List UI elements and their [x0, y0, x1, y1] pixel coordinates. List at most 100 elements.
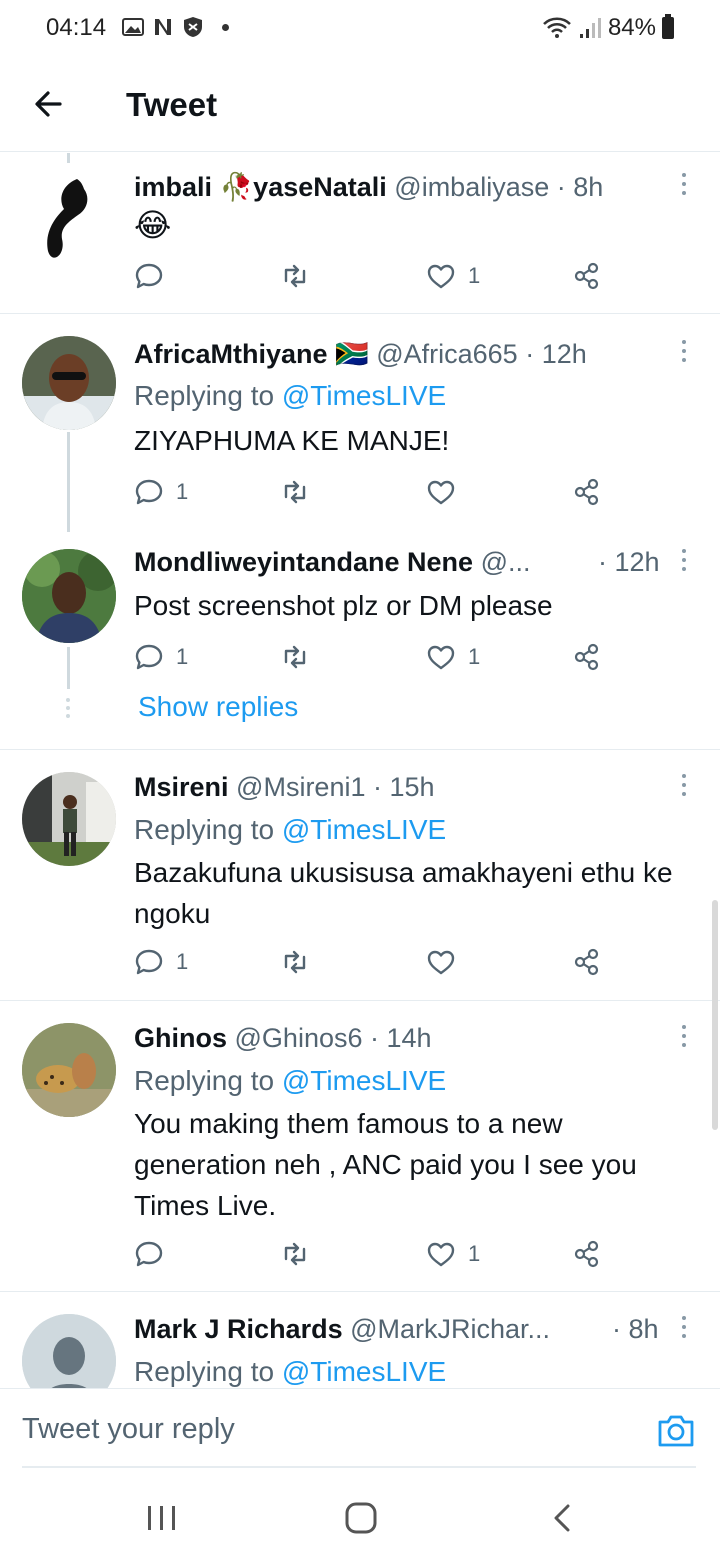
display-name[interactable]: Msireni: [134, 772, 229, 802]
share-button[interactable]: [572, 947, 602, 977]
scrollbar[interactable]: [712, 900, 718, 1130]
share-icon: [574, 478, 599, 506]
handle[interactable]: @imbaliyase: [394, 172, 549, 202]
notification-icons: [122, 16, 229, 38]
default-avatar-icon: [22, 1314, 116, 1388]
like-button[interactable]: [426, 947, 468, 977]
wifi-icon: [543, 17, 571, 38]
more-vertical-icon[interactable]: [678, 340, 690, 366]
reply-button[interactable]: [134, 1239, 176, 1269]
reply-button[interactable]: 1: [134, 477, 188, 507]
replying-to-label: Replying to: [134, 1065, 275, 1096]
replying-to: Replying to @TimesLIVE: [134, 380, 446, 412]
netflix-icon: [155, 19, 171, 35]
tweet[interactable]: Mondliweyintandane Nene @... · 12h Post …: [0, 529, 720, 749]
display-name-suffix[interactable]: yaseNatali: [253, 172, 387, 202]
display-name[interactable]: Mark J Richards: [134, 1314, 343, 1344]
battery-percent: 84%: [607, 14, 656, 41]
timestamp[interactable]: · 15h: [373, 772, 435, 802]
like-button[interactable]: [426, 477, 468, 507]
mention-link[interactable]: @TimesLIVE: [282, 1065, 446, 1096]
comment-icon: [135, 479, 163, 505]
share-button[interactable]: [572, 261, 602, 291]
status-time: 04:14: [46, 14, 107, 41]
timestamp[interactable]: · 12h: [598, 547, 660, 578]
tweet-header: Mondliweyintandane Nene @...: [134, 547, 530, 578]
mention-link[interactable]: @TimesLIVE: [282, 814, 446, 845]
tweet[interactable]: AfricaMthiyane 🇿🇦 @Africa665 · 12h Reply…: [0, 314, 720, 532]
like-button[interactable]: 1: [426, 642, 480, 672]
tweet[interactable]: imbali 🥀yaseNatali @imbaliyase · 8h 😂 1: [0, 153, 720, 313]
replying-to-label: Replying to: [134, 814, 275, 845]
avatar[interactable]: [22, 336, 116, 430]
system-nav-bar: [0, 1470, 720, 1560]
retweet-button[interactable]: [280, 477, 310, 507]
retweet-button[interactable]: [280, 642, 310, 672]
heart-icon: [427, 645, 455, 670]
avatar[interactable]: [22, 549, 116, 643]
tweet-text: Bazakufuna ukusisusa amakhayeni ethu ke …: [134, 857, 673, 929]
share-button[interactable]: [572, 1239, 602, 1269]
display-name[interactable]: Ghinos: [134, 1023, 227, 1053]
avatar[interactable]: [22, 772, 116, 866]
share-button[interactable]: [572, 642, 602, 672]
tweet-actions: 1: [134, 947, 614, 987]
display-name[interactable]: Mondliweyintandane Nene: [134, 547, 473, 577]
mention-link[interactable]: @TimesLIVE: [282, 380, 446, 411]
timestamp[interactable]: · 8h: [557, 172, 604, 202]
reply-button[interactable]: 1: [134, 947, 188, 977]
heart-icon: [427, 264, 455, 289]
retweet-button[interactable]: [280, 947, 310, 977]
handle[interactable]: @...: [481, 547, 531, 577]
comment-icon: [135, 644, 163, 670]
timestamp[interactable]: · 8h: [612, 1314, 659, 1345]
signal-icon: [579, 18, 601, 38]
show-replies-link[interactable]: Show replies: [138, 691, 298, 723]
more-vertical-icon[interactable]: [678, 549, 690, 575]
like-button[interactable]: 1: [426, 261, 480, 291]
more-vertical-icon[interactable]: [678, 173, 690, 199]
profile-photo: [22, 1023, 116, 1117]
composer-underline: [22, 1466, 696, 1468]
tweet-text: You making them famous to a new generati…: [134, 1108, 637, 1221]
handle[interactable]: @MarkJRichar...: [350, 1314, 550, 1344]
share-button[interactable]: [572, 477, 602, 507]
retweet-button[interactable]: [280, 1239, 310, 1269]
reply-button[interactable]: [134, 261, 176, 291]
heart-icon: [427, 1242, 455, 1267]
timestamp[interactable]: · 12h: [525, 339, 587, 369]
handle[interactable]: @Msireni1: [236, 772, 365, 802]
tweet-header: Ghinos @Ghinos6 · 14h: [134, 1023, 432, 1054]
retweet-button[interactable]: [280, 261, 310, 291]
more-vertical-icon[interactable]: [678, 1316, 690, 1342]
mention-link[interactable]: @TimesLIVE: [282, 1356, 446, 1387]
avatar[interactable]: [22, 1314, 116, 1388]
back-nav-icon[interactable]: [544, 1500, 584, 1536]
display-name[interactable]: imbali: [134, 172, 212, 202]
like-button[interactable]: 1: [426, 1239, 480, 1269]
profile-photo: [22, 772, 116, 866]
avatar[interactable]: [22, 169, 116, 263]
tweet-header: imbali 🥀yaseNatali @imbaliyase · 8h: [134, 171, 603, 203]
more-vertical-icon[interactable]: [678, 1025, 690, 1051]
camera-icon[interactable]: [656, 1413, 696, 1449]
replies-feed[interactable]: imbali 🥀yaseNatali @imbaliyase · 8h 😂 1: [0, 153, 720, 1388]
timestamp[interactable]: · 14h: [370, 1023, 432, 1053]
handle[interactable]: @Ghinos6: [235, 1023, 363, 1053]
avatar[interactable]: [22, 1023, 116, 1117]
comment-icon: [135, 263, 163, 289]
handle[interactable]: @Africa665: [376, 339, 517, 369]
gallery-icon: [122, 18, 144, 36]
more-vertical-icon[interactable]: [678, 774, 690, 800]
display-name[interactable]: AfricaMthiyane: [134, 339, 328, 369]
tweet[interactable]: Ghinos @Ghinos6 · 14h Replying to @Times…: [0, 1001, 720, 1291]
replying-to: Replying to @TimesLIVE: [134, 814, 446, 846]
tweet[interactable]: Mark J Richards @MarkJRichar... · 8h Rep…: [0, 1292, 720, 1388]
home-icon[interactable]: [341, 1500, 381, 1536]
tweet[interactable]: Msireni @Msireni1 · 15h Replying to @Tim…: [0, 750, 720, 1000]
reply-button[interactable]: 1: [134, 642, 188, 672]
arrow-left-icon[interactable]: [30, 84, 70, 124]
recent-apps-icon[interactable]: [142, 1500, 182, 1536]
retweet-icon: [284, 264, 306, 288]
reply-input[interactable]: [22, 1389, 622, 1469]
